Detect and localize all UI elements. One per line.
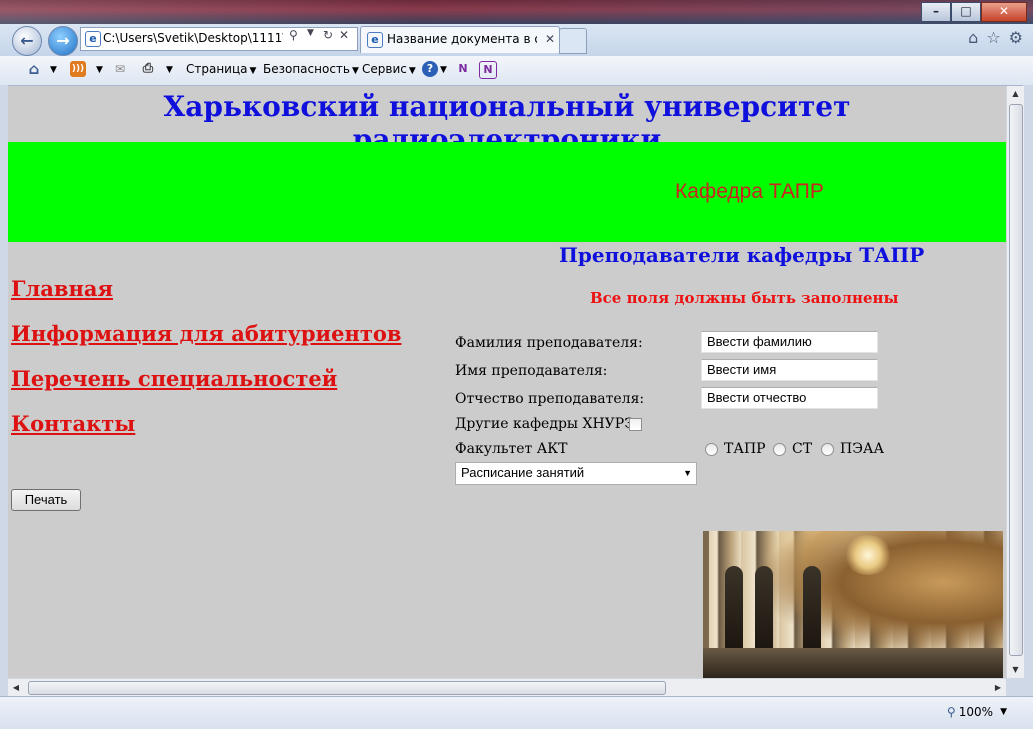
rss-feed-icon[interactable]: ))) <box>70 61 86 77</box>
window-frame-left <box>0 85 8 696</box>
window-titlebar: – □ ✕ <box>0 0 1033 24</box>
arch-detail <box>803 566 821 656</box>
home-icon[interactable]: ⌂ <box>968 28 978 47</box>
search-icon[interactable]: ⚲ <box>289 28 298 42</box>
refresh-icon[interactable]: ↻ <box>323 28 333 42</box>
nav-link-specialties[interactable]: Перечень специальностей <box>11 366 337 391</box>
titlebar-glass <box>0 0 1033 24</box>
faculty-label: Факультет АКТ <box>455 441 568 457</box>
tools-menu[interactable]: Сервис ▼ <box>362 62 416 76</box>
surname-label: Фамилия преподавателя: <box>455 335 643 351</box>
radio-label-peaa: ПЭАА <box>840 441 885 457</box>
tab-title: Название документа в окн... <box>387 32 537 46</box>
page-menu[interactable]: Страница ▼ <box>186 62 256 76</box>
address-text: C:\Users\Svetik\Desktop\1111\Lab <box>103 31 283 45</box>
scroll-up-icon[interactable]: ▲ <box>1007 86 1024 102</box>
tools-menu-label: Сервис <box>362 62 407 76</box>
address-dropdown-icon[interactable]: ▼ <box>307 28 314 38</box>
mail-icon[interactable]: ✉ <box>112 61 128 77</box>
help-dropdown-icon[interactable]: ▼ <box>440 65 447 75</box>
window-frame-right <box>1023 85 1033 696</box>
scroll-left-icon[interactable]: ◀ <box>8 679 24 696</box>
close-window-button[interactable]: ✕ <box>981 2 1027 22</box>
print-button[interactable]: Печать <box>11 489 81 511</box>
stop-icon[interactable]: ✕ <box>339 28 349 42</box>
arch-detail <box>725 566 743 656</box>
radio-label-tapr: ТАПР <box>724 441 766 457</box>
nav-link-applicants[interactable]: Информация для абитуриентов <box>11 321 401 346</box>
page-menu-label: Страница <box>186 62 248 76</box>
navigation-bar: ← → e C:\Users\Svetik\Desktop\1111\Lab ⚲… <box>0 24 1033 56</box>
horizontal-scroll-thumb[interactable] <box>28 681 666 695</box>
patronymic-label: Отчество преподавателя: <box>455 391 645 407</box>
chevron-down-icon: ▼ <box>249 66 257 76</box>
forward-button[interactable]: → <box>48 26 78 56</box>
chevron-down-icon: ▼ <box>408 66 416 76</box>
zoom-control[interactable]: ⚲ 100% <box>947 705 993 719</box>
new-tab-button[interactable] <box>559 28 587 54</box>
banner-text: Кафедра ТАПР <box>675 180 824 203</box>
home-dropdown-icon[interactable]: ▼ <box>50 65 57 75</box>
chevron-down-icon: ▼ <box>351 66 359 76</box>
help-icon[interactable]: ? <box>422 61 438 77</box>
arch-detail <box>755 566 773 656</box>
ie-page-icon: e <box>85 31 101 47</box>
maximize-button[interactable]: □ <box>951 2 981 22</box>
horizontal-scrollbar[interactable]: ◀ ▶ <box>8 678 1006 696</box>
chevron-down-icon: ▼ <box>683 468 692 478</box>
browser-right-icons: ⌂ ☆ ⚙ <box>968 28 1023 47</box>
radio-peaa[interactable] <box>821 443 834 456</box>
vertical-scrollbar[interactable]: ▲ ▼ <box>1006 86 1024 678</box>
section-title: Преподаватели кафедры ТАПР <box>559 243 925 267</box>
minimize-button[interactable]: – <box>921 2 951 22</box>
status-bar: ⚲ 100% ▼ <box>0 696 1033 729</box>
zoom-dropdown-icon[interactable]: ▼ <box>1000 707 1007 717</box>
palace-interior-image <box>703 531 1003 678</box>
surname-input[interactable]: Ввести фамилию <box>701 331 878 353</box>
browser-tab[interactable]: e Название документа в окн... ✕ <box>360 26 560 53</box>
radio-tapr[interactable] <box>705 443 718 456</box>
scroll-down-icon[interactable]: ▼ <box>1007 662 1024 678</box>
name-label: Имя преподавателя: <box>455 363 608 379</box>
ie-tab-icon: e <box>367 32 383 48</box>
command-bar: ⌂ ▼ ))) ▼ ✉ ⎙ ▼ Страница ▼ Безопасность ▼ … <box>0 56 1033 86</box>
vertical-scroll-thumb[interactable] <box>1009 104 1023 656</box>
safety-menu[interactable]: Безопасность ▼ <box>263 62 359 76</box>
schedule-select-value: Расписание занятий <box>461 465 585 480</box>
address-bar[interactable]: e C:\Users\Svetik\Desktop\1111\Lab ⚲ ▼ ↻… <box>80 27 358 51</box>
zoom-level: 100% <box>958 705 993 719</box>
onenote-linked-icon[interactable]: N <box>479 61 497 79</box>
department-banner: Кафедра ТАПР <box>8 142 1006 242</box>
patronymic-input[interactable]: Ввести отчество <box>701 387 878 409</box>
back-arrow-icon: ← <box>20 31 34 50</box>
name-input[interactable]: Ввести имя <box>701 359 878 381</box>
other-departments-checkbox[interactable] <box>629 418 642 431</box>
gear-icon[interactable]: ⚙ <box>1009 28 1023 47</box>
radio-st[interactable] <box>773 443 786 456</box>
other-departments-label: Другие кафедры ХНУРЭ <box>455 416 635 432</box>
home-icon[interactable]: ⌂ <box>26 61 42 77</box>
tab-close-icon[interactable]: ✕ <box>545 27 555 52</box>
onenote-icon[interactable]: N <box>455 61 471 77</box>
required-fields-warning: Все поля должны быть заполнены <box>590 289 899 307</box>
zoom-magnifier-icon: ⚲ <box>946 705 956 719</box>
nav-link-contacts[interactable]: Контакты <box>11 411 135 436</box>
feed-dropdown-icon[interactable]: ▼ <box>96 65 103 75</box>
schedule-select[interactable]: Расписание занятий ▼ <box>455 462 697 485</box>
radio-label-st: СТ <box>792 441 813 457</box>
floor-detail <box>703 648 1003 678</box>
print-icon[interactable]: ⎙ <box>140 61 156 77</box>
chandelier-detail <box>843 535 893 575</box>
back-button[interactable]: ← <box>12 26 42 56</box>
window-controls: – □ ✕ <box>921 2 1027 22</box>
favorites-star-icon[interactable]: ☆ <box>986 28 1000 47</box>
page-viewport: Харьковский национальный университет рад… <box>8 86 1006 678</box>
forward-arrow-icon: → <box>56 31 70 50</box>
safety-menu-label: Безопасность <box>263 62 350 76</box>
nav-link-home[interactable]: Главная <box>11 276 113 301</box>
print-dropdown-icon[interactable]: ▼ <box>166 65 173 75</box>
scroll-right-icon[interactable]: ▶ <box>990 679 1006 696</box>
